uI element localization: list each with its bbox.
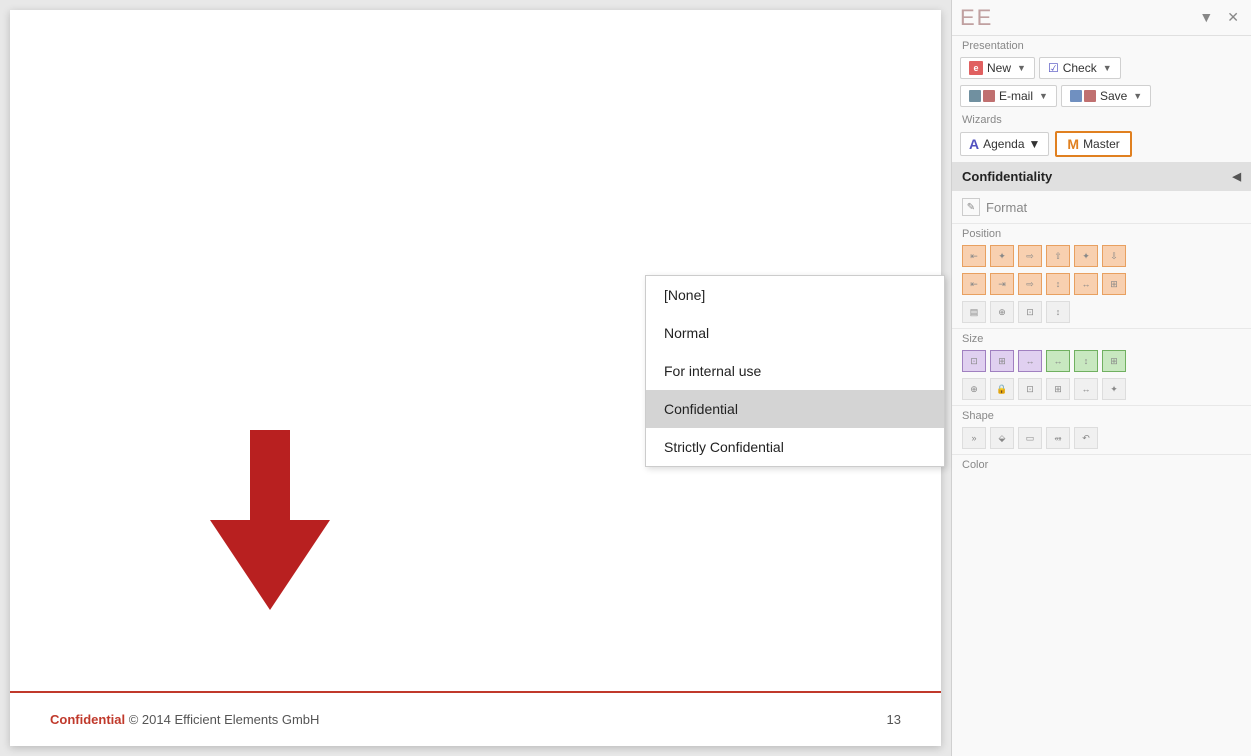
- size-icon-8[interactable]: 🔒: [990, 378, 1014, 400]
- agenda-icon: A: [969, 136, 979, 152]
- email-dropdown-arrow: ▼: [1039, 91, 1048, 101]
- save-button[interactable]: Save ▼: [1061, 85, 1151, 107]
- pos-icon-6[interactable]: ⇩: [1102, 245, 1126, 267]
- format-row: ✎ Format: [952, 193, 1251, 221]
- size-icon-3[interactable]: ↔: [1018, 350, 1042, 372]
- pos-icon-10[interactable]: ↕: [1046, 273, 1070, 295]
- save-icon-group: [1070, 90, 1096, 102]
- new-button[interactable]: e New ▼: [960, 57, 1035, 79]
- position-row-1: ⇤ ✦ ⇨ ⇧ ✦ ⇩: [952, 242, 1251, 270]
- size-row-1: ⊡ ⊞ ↔ ↔ ↕ ⊞: [952, 347, 1251, 375]
- footer-page-number: 13: [887, 712, 901, 727]
- check-icon: ☑: [1048, 61, 1059, 75]
- shape-row-1: » ⬙ ▭ ⬵ ↶: [952, 424, 1251, 452]
- format-label[interactable]: Format: [986, 200, 1027, 215]
- size-icon-10[interactable]: ⊞: [1046, 378, 1070, 400]
- shape-label: Shape: [952, 405, 1251, 424]
- format-icon: ✎: [962, 198, 980, 216]
- dropdown-item-strictly[interactable]: Strictly Confidential: [646, 428, 944, 466]
- pos-icon-3[interactable]: ⇨: [1018, 245, 1042, 267]
- shape-icon-3[interactable]: ▭: [1018, 427, 1042, 449]
- position-row-2: ⇤ ⇥ ⇨ ↕ ↔ ⊞: [952, 270, 1251, 298]
- size-icon-11[interactable]: ↔: [1074, 378, 1098, 400]
- pos-icon-5[interactable]: ✦: [1074, 245, 1098, 267]
- wizards-row: A Agenda ▼ M Master: [952, 128, 1251, 160]
- size-icon-7[interactable]: ⊕: [962, 378, 986, 400]
- dropdown-item-internal[interactable]: For internal use: [646, 352, 944, 390]
- slide-arrow-graphic: [210, 430, 330, 613]
- size-icon-9[interactable]: ⊡: [1018, 378, 1042, 400]
- pos-icon-9[interactable]: ⇨: [1018, 273, 1042, 295]
- wizards-label: Wizards: [952, 110, 1251, 128]
- master-button[interactable]: M Master: [1055, 131, 1131, 157]
- save-icon: [1070, 90, 1082, 102]
- color-label: Color: [952, 454, 1251, 473]
- new-dropdown-arrow: ▼: [1017, 63, 1026, 73]
- position-row-3: ▤ ⊕ ⊡ ↕: [952, 298, 1251, 326]
- toolbar-row-1: e New ▼ ☑ Check ▼: [952, 54, 1251, 82]
- pos-icon-12[interactable]: ⊞: [1102, 273, 1126, 295]
- confidentiality-bar[interactable]: Confidentiality ◀: [952, 162, 1251, 191]
- check-dropdown-arrow: ▼: [1103, 63, 1112, 73]
- ee-logo: EE: [960, 5, 993, 31]
- panel-header: EE ▼ ✕: [952, 0, 1251, 36]
- pos-icon-1[interactable]: ⇤: [962, 245, 986, 267]
- pos-icon-4[interactable]: ⇧: [1046, 245, 1070, 267]
- panel-controls: ▼ ✕: [1195, 7, 1243, 28]
- slide-canvas: [None] Normal For internal use Confident…: [10, 10, 941, 746]
- pos-icon-7[interactable]: ⇤: [962, 273, 986, 295]
- footer-confidential-label: Confidential: [50, 712, 125, 727]
- pos-icon-11[interactable]: ↔: [1074, 273, 1098, 295]
- pos-icon-13[interactable]: ▤: [962, 301, 986, 323]
- slide-footer: Confidential © 2014 Efficient Elements G…: [10, 691, 941, 746]
- footer-text: Confidential © 2014 Efficient Elements G…: [50, 712, 319, 727]
- right-panel: EE ▼ ✕ Presentation e New ▼ ☑ Check ▼ E-…: [951, 0, 1251, 756]
- email-icon-group: [969, 90, 995, 102]
- pos-icon-8[interactable]: ⇥: [990, 273, 1014, 295]
- email-button[interactable]: E-mail ▼: [960, 85, 1057, 107]
- shape-icon-4[interactable]: ⬵: [1046, 427, 1070, 449]
- dropdown-item-normal[interactable]: Normal: [646, 314, 944, 352]
- size-row-2: ⊕ 🔒 ⊡ ⊞ ↔ ✦: [952, 375, 1251, 403]
- pos-icon-16[interactable]: ↕: [1046, 301, 1070, 323]
- size-icon-5[interactable]: ↕: [1074, 350, 1098, 372]
- confidentiality-arrow-icon: ◀: [1233, 170, 1241, 183]
- check-button[interactable]: ☑ Check ▼: [1039, 57, 1121, 79]
- master-icon: M: [1067, 136, 1079, 152]
- agenda-button[interactable]: A Agenda ▼: [960, 132, 1049, 156]
- agenda-dropdown-arrow: ▼: [1029, 137, 1041, 151]
- email-icon: [969, 90, 981, 102]
- save-dropdown-arrow: ▼: [1133, 91, 1142, 101]
- toolbar-row-2: E-mail ▼ Save ▼: [952, 82, 1251, 110]
- confidentiality-dropdown[interactable]: [None] Normal For internal use Confident…: [645, 275, 945, 467]
- shape-icon-2[interactable]: ⬙: [990, 427, 1014, 449]
- size-icon-1[interactable]: ⊡: [962, 350, 986, 372]
- new-icon: e: [969, 61, 983, 75]
- position-label: Position: [952, 223, 1251, 242]
- size-icon-6[interactable]: ⊞: [1102, 350, 1126, 372]
- size-icon-4[interactable]: ↔: [1046, 350, 1070, 372]
- minimize-button[interactable]: ▼: [1195, 7, 1217, 28]
- shape-icon-1[interactable]: »: [962, 427, 986, 449]
- size-icon-12[interactable]: ✦: [1102, 378, 1126, 400]
- slide-area: [None] Normal For internal use Confident…: [0, 0, 951, 756]
- pos-icon-15[interactable]: ⊡: [1018, 301, 1042, 323]
- size-label: Size: [952, 328, 1251, 347]
- pos-icon-2[interactable]: ✦: [990, 245, 1014, 267]
- presentation-label: Presentation: [952, 36, 1251, 54]
- size-icon-2[interactable]: ⊞: [990, 350, 1014, 372]
- pos-icon-14[interactable]: ⊕: [990, 301, 1014, 323]
- email-icon2: [983, 90, 995, 102]
- save-icon2: [1084, 90, 1096, 102]
- close-button[interactable]: ✕: [1223, 7, 1243, 28]
- footer-copyright: © 2014 Efficient Elements GmbH: [125, 712, 319, 727]
- dropdown-item-none[interactable]: [None]: [646, 276, 944, 314]
- shape-icon-5[interactable]: ↶: [1074, 427, 1098, 449]
- dropdown-item-confidential[interactable]: Confidential: [646, 390, 944, 428]
